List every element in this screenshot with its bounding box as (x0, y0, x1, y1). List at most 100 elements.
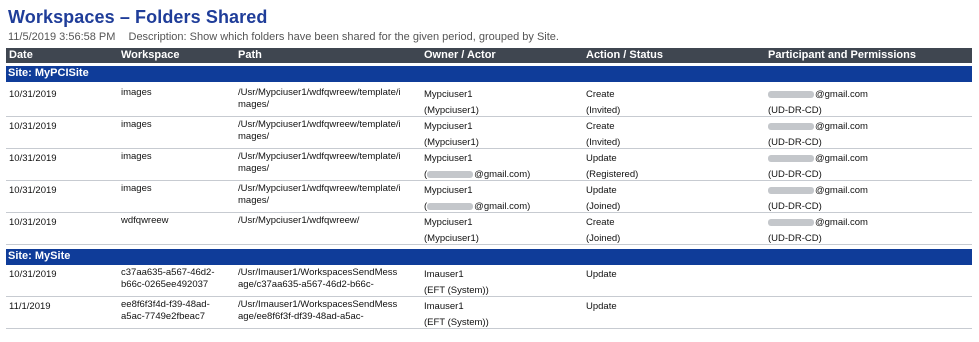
row-workspace-line: images (121, 119, 152, 130)
row-action-line: Update (586, 301, 617, 312)
row-workspace: images (121, 151, 152, 163)
row-owner-line: Mypciuser1 (424, 217, 473, 228)
redacted-email-mask (768, 218, 814, 226)
column-header-workspace: Workspace (121, 49, 180, 61)
row-owner: Mypciuser1(@gmail.com) (424, 151, 530, 183)
row-workspace: images (121, 87, 152, 99)
row-owner-line: Mypciuser1 (424, 153, 473, 164)
row-participant-line: @gmail.com (768, 183, 868, 199)
row-action-line: Update (586, 185, 617, 196)
row-path-line: /Usr/Mypciuser1/wdfqwreew/template/i (238, 119, 401, 130)
table-row: 10/31/2019 images/Usr/Mypciuser1/wdfqwree… (6, 84, 972, 117)
column-header-path: Path (238, 49, 262, 61)
row-participant-line: @gmail.com (768, 87, 868, 103)
row-owner: Mypciuser1 (Mypciuser1) (424, 87, 479, 119)
row-workspace-line: images (121, 151, 152, 162)
row-owner-line: Mypciuser1 (424, 121, 473, 132)
column-header-owner: Owner / Actor (424, 49, 496, 61)
row-workspace: wdfqwreew (121, 215, 169, 227)
site-label: Site: MyPCISite (8, 67, 89, 79)
table-header: Date Workspace Path Owner / Actor Action… (6, 48, 972, 63)
site-label: Site: MySite (8, 250, 71, 262)
row-path-line: /Usr/Imauser1/WorkspacesSendMess (238, 267, 398, 278)
email-domain: @gmail.com (815, 89, 868, 100)
row-action: Create (Invited) (586, 87, 620, 119)
row-workspace: ee8f6f3f4d-f39-48ad-a5ac-7749e2fbeac7 (121, 299, 210, 323)
redacted-email-mask (768, 122, 814, 130)
row-owner-line: Imauser1 (424, 301, 464, 312)
table-row: 10/31/2019 images/Usr/Mypciuser1/wdfqwree… (6, 116, 972, 149)
row-path: /Usr/Mypciuser1/wdfqwreew/template/i mage… (238, 183, 401, 207)
row-participant: @gmail.com (UD-DR-CD) (768, 151, 868, 183)
row-action: Create (Joined) (586, 215, 620, 247)
report-description: Description: Show which folders have bee… (128, 31, 559, 43)
row-participant-line: @gmail.com (768, 215, 868, 231)
row-participant-line: @gmail.com (768, 119, 868, 135)
row-participant: @gmail.com (UD-DR-CD) (768, 215, 868, 247)
redacted-email-mask (427, 202, 474, 210)
row-owner-line: (Mypciuser1) (424, 233, 479, 244)
table-row: 10/31/2019 images/Usr/Mypciuser1/wdfqwree… (6, 148, 972, 181)
row-owner-line: Mypciuser1 (424, 89, 473, 100)
row-action: Update (Registered) (586, 151, 638, 183)
site-group-header: Site: MyPCISite (6, 66, 972, 82)
column-header-action: Action / Status (586, 49, 664, 61)
column-header-date: Date (9, 49, 33, 61)
row-path-line: mages/ (238, 131, 270, 142)
row-date: 10/31/2019 (9, 269, 57, 280)
redacted-email-mask (768, 154, 814, 162)
row-workspace-line: wdfqwreew (121, 215, 169, 226)
row-owner: Mypciuser1 (Mypciuser1) (424, 119, 479, 151)
row-workspace-line: images (121, 87, 152, 98)
report-title: Workspaces – Folders Shared (8, 7, 268, 27)
row-participant-line: (UD-DR-CD) (768, 233, 822, 244)
row-workspace: images (121, 183, 152, 195)
redacted-email-mask (768, 186, 814, 194)
row-path: /Usr/Imauser1/WorkspacesSendMess age/ee8f… (238, 299, 397, 323)
row-action-line: Update (586, 153, 617, 164)
row-action-line: Create (586, 121, 615, 132)
row-path-line: /Usr/Mypciuser1/wdfqwreew/template/i (238, 183, 401, 194)
row-owner: Mypciuser1 (Mypciuser1) (424, 215, 479, 247)
row-path: /Usr/Mypciuser1/wdfqwreew/template/i mage… (238, 87, 401, 111)
row-path-line: /Usr/Mypciuser1/wdfqwreew/template/i (238, 87, 401, 98)
row-action: Update (586, 267, 617, 283)
row-date: 11/1/2019 (9, 301, 51, 312)
report-timestamp: 11/5/2019 3:56:58 PM (8, 31, 116, 43)
email-domain: @gmail.com (815, 185, 868, 196)
row-owner-line: Mypciuser1 (424, 185, 473, 196)
row-date: 10/31/2019 (9, 153, 57, 164)
row-workspace: images (121, 119, 152, 131)
row-participant: @gmail.com (UD-DR-CD) (768, 183, 868, 215)
row-path-line: age/c37aa635-a567-46d2-b66c- (238, 279, 374, 290)
report-meta: 11/5/2019 3:56:58 PM Description: Show w… (8, 31, 559, 43)
email-domain: @gmail.com) (474, 201, 531, 212)
row-path: /Usr/Mypciuser1/wdfqwreew/ (238, 215, 359, 227)
row-path-line: mages/ (238, 99, 270, 110)
table-row: 10/31/2019 images/Usr/Mypciuser1/wdfqwree… (6, 180, 972, 213)
row-action: Update (Joined) (586, 183, 620, 215)
row-workspace-line: b66c-0265ee492037 (121, 279, 209, 290)
table-row: 10/31/2019 c37aa635-a567-46d2- b66c-0265ee… (6, 264, 972, 297)
row-owner: Mypciuser1(@gmail.com) (424, 183, 530, 215)
redacted-email-mask (427, 170, 474, 178)
row-path-line: mages/ (238, 163, 270, 174)
row-owner-line: Imauser1 (424, 269, 464, 280)
row-path: /Usr/Mypciuser1/wdfqwreew/template/i mage… (238, 119, 401, 143)
row-path-line: /Usr/Mypciuser1/wdfqwreew/ (238, 215, 360, 226)
row-date: 10/31/2019 (9, 121, 57, 132)
email-domain: @gmail.com (815, 153, 868, 164)
row-path-line: /Usr/Imauser1/WorkspacesSendMess (238, 299, 398, 310)
row-path-line: age/ee8f6f3f-df39-48ad-a5ac- (238, 311, 364, 322)
row-path-line: /Usr/Mypciuser1/wdfqwreew/template/i (238, 151, 401, 162)
row-date: 10/31/2019 (9, 185, 57, 196)
row-owner-line: (EFT (System)) (424, 317, 489, 328)
row-action-line: Update (586, 269, 617, 280)
row-path: /Usr/Mypciuser1/wdfqwreew/template/i mage… (238, 151, 401, 175)
row-workspace-line: a5ac-7749e2fbeac7 (121, 311, 205, 322)
row-owner: Imauser1 (EFT (System)) (424, 267, 489, 299)
row-date: 10/31/2019 (9, 217, 57, 228)
row-participant: @gmail.com (UD-DR-CD) (768, 119, 868, 151)
email-domain: @gmail.com) (474, 169, 531, 180)
row-action-line: Create (586, 217, 615, 228)
